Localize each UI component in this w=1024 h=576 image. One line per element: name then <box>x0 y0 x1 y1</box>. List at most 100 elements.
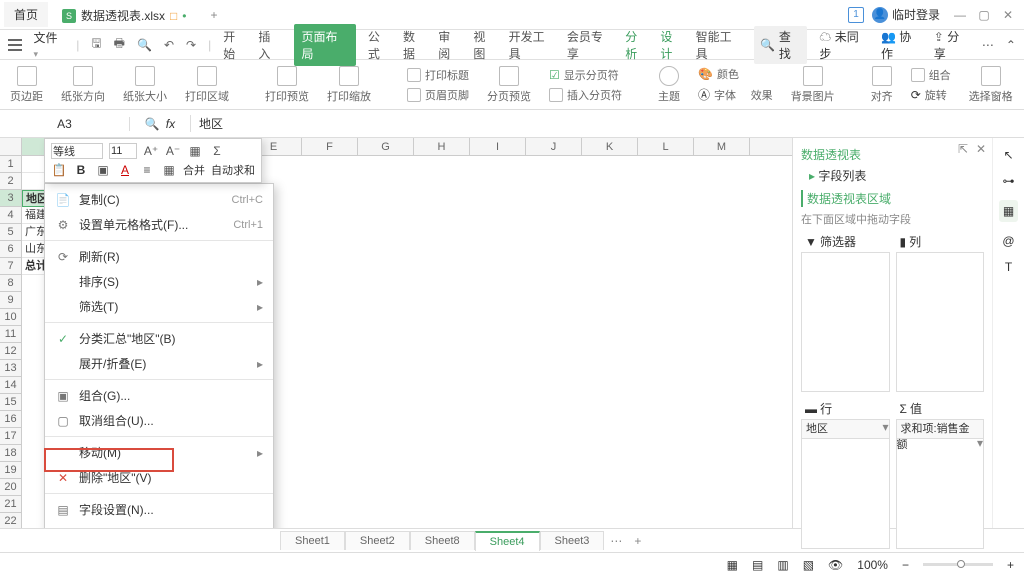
fill-color-icon[interactable]: ▣ <box>95 162 111 178</box>
hamburger-icon[interactable] <box>8 39 22 51</box>
menu-start[interactable]: 开始 <box>223 28 246 62</box>
border-icon[interactable]: ▦ <box>161 162 177 178</box>
bold-icon[interactable]: B <box>73 162 89 178</box>
dz-filter[interactable] <box>801 252 890 392</box>
col-I[interactable]: I <box>470 138 526 155</box>
login-button[interactable]: 👤临时登录 <box>872 6 940 23</box>
merge-icon[interactable]: ▦ <box>187 143 203 159</box>
rb-group[interactable]: 组合 <box>911 67 951 83</box>
close-panel-icon[interactable]: ✕ <box>976 142 986 156</box>
sb-view1-icon[interactable]: ▤ <box>752 558 763 572</box>
menu-design[interactable]: 设计 <box>660 28 683 62</box>
sb-eye-icon[interactable]: 👁 <box>828 558 843 572</box>
sb-zoom-out[interactable]: − <box>902 558 909 572</box>
sheet-tab-5[interactable]: Sheet3 <box>540 531 605 550</box>
rb-size[interactable]: 纸张大小 <box>123 66 167 104</box>
rb-bg[interactable]: 背景图片 <box>791 66 835 104</box>
ts-text-icon[interactable]: T <box>1005 260 1012 274</box>
dz-values[interactable]: 求和项:销售金额 ▾ <box>896 419 985 439</box>
rb-selection-pane[interactable]: 选择窗格 <box>969 66 1013 104</box>
ts-at-icon[interactable]: @ <box>1002 234 1014 248</box>
font-grow-icon[interactable]: A⁺ <box>143 143 159 159</box>
col-M[interactable]: M <box>694 138 750 155</box>
menu-view[interactable]: 视图 <box>473 28 496 62</box>
ctx-copy[interactable]: 📄复制(C)Ctrl+C <box>45 187 273 212</box>
rb-show-breaks[interactable]: ☑显示分页符 <box>549 67 622 83</box>
rb-page-break-preview[interactable]: 分页预览 <box>487 66 531 104</box>
sheet-tab-3[interactable]: Sheet8 <box>410 531 475 550</box>
dz-rows[interactable]: 地区 ▾ <box>801 419 890 439</box>
col-J[interactable]: J <box>526 138 582 155</box>
qa-redo-icon[interactable]: ↷ <box>186 38 196 52</box>
ctx-pivot-options[interactable]: ▥数据透视表选项(O)... <box>45 522 273 528</box>
badge-one[interactable]: 1 <box>848 7 864 23</box>
rb-margins[interactable]: 页边距 <box>10 66 43 104</box>
sum-icon[interactable]: Σ <box>209 143 225 159</box>
more-icon[interactable]: ⋯ <box>982 38 994 52</box>
sb-view3-icon[interactable]: ▧ <box>803 558 814 572</box>
ctx-expand[interactable]: 展开/折叠(E)▸ <box>45 351 273 376</box>
font-color-icon[interactable]: A <box>117 162 133 178</box>
sync-button[interactable]: ☁ 未同步 <box>819 28 869 62</box>
rb-colors[interactable]: 🎨颜色 <box>698 66 773 82</box>
close-button[interactable]: ✕ <box>996 8 1020 22</box>
rb-align[interactable]: 对齐 <box>871 66 893 104</box>
menu-file[interactable]: 文件 ▾ <box>34 29 65 60</box>
sb-zoom[interactable]: 100% <box>857 558 888 572</box>
qa-preview-icon[interactable]: 🔍 <box>137 38 152 52</box>
ctx-group[interactable]: ▣组合(G)... <box>45 383 273 408</box>
ctx-sort[interactable]: 排序(S)▸ <box>45 269 273 294</box>
sheet-add-button[interactable]: + <box>628 534 647 548</box>
col-L[interactable]: L <box>638 138 694 155</box>
menu-dev[interactable]: 开发工具 <box>509 28 555 62</box>
qa-print-icon[interactable]: 🖶 <box>114 34 125 55</box>
fx-icon[interactable]: fx <box>166 117 175 131</box>
col-K[interactable]: K <box>582 138 638 155</box>
ctx-field-settings[interactable]: ▤字段设置(N)... <box>45 497 273 522</box>
mini-font[interactable] <box>51 143 103 159</box>
rb-print-area[interactable]: 打印区域 <box>185 66 229 104</box>
ts-pivot-icon[interactable]: ▦ <box>999 200 1018 222</box>
sb-grid-icon[interactable]: ▦ <box>727 558 738 572</box>
rb-orientation[interactable]: 纸张方向 <box>61 66 105 104</box>
qa-save-icon[interactable]: 🖫 <box>91 34 101 55</box>
rb-scale[interactable]: 打印缩放 <box>327 66 371 104</box>
sb-view2-icon[interactable]: ▥ <box>777 558 788 572</box>
ctx-ungroup[interactable]: ▢取消组合(U)... <box>45 408 273 433</box>
rb-insert-break[interactable]: 插入分页符 <box>549 87 622 103</box>
qa-undo-icon[interactable]: ↶ <box>164 38 174 52</box>
chevron-up-icon[interactable]: ⌃ <box>1006 38 1016 52</box>
name-box[interactable]: A3 <box>0 117 130 131</box>
panel-field-list[interactable]: ▸ 字段列表 <box>801 165 984 186</box>
ts-slider-icon[interactable]: ⊶ <box>1003 174 1015 188</box>
rb-print-titles[interactable]: 打印标题 <box>407 67 469 83</box>
col-H[interactable]: H <box>414 138 470 155</box>
new-tab-button[interactable]: + <box>200 8 227 22</box>
search-box[interactable]: 🔍查找 <box>754 26 807 64</box>
ctx-filter[interactable]: 筛选(T)▸ <box>45 294 273 319</box>
menu-data[interactable]: 数据 <box>403 28 426 62</box>
ctx-format-cells[interactable]: ⚙设置单元格格式(F)...Ctrl+1 <box>45 212 273 237</box>
maximize-button[interactable]: ▢ <box>972 8 996 22</box>
menu-review[interactable]: 审阅 <box>438 28 461 62</box>
mini-size[interactable] <box>109 143 137 159</box>
minimize-button[interactable]: — <box>948 8 972 22</box>
sb-zoom-in[interactable]: + <box>1007 558 1014 572</box>
menu-vip[interactable]: 会员专享 <box>567 28 613 62</box>
rb-header-footer[interactable]: 页眉页脚 <box>407 87 469 103</box>
rb-preview[interactable]: 打印预览 <box>265 66 309 104</box>
menu-smart[interactable]: 智能工具 <box>696 28 742 62</box>
share-button[interactable]: ⇪ 分享 <box>934 28 970 62</box>
rb-rotate[interactable]: ⟳旋转 <box>911 87 951 103</box>
sheet-tab-4[interactable]: Sheet4 <box>475 531 540 551</box>
ctx-delete[interactable]: ✕删除"地区"(V) <box>45 465 273 490</box>
ctx-subtotal[interactable]: ✓分类汇总"地区"(B) <box>45 326 273 351</box>
dz-rows-body[interactable] <box>801 439 890 549</box>
menu-page-layout[interactable]: 页面布局 <box>294 24 356 66</box>
col-F[interactable]: F <box>302 138 358 155</box>
formula-input[interactable]: 地区 <box>190 115 1024 132</box>
rb-theme[interactable]: 主题 <box>658 66 680 104</box>
tab-file[interactable]: S 数据透视表.xlsx □ • <box>52 1 196 28</box>
sheet-area[interactable]: A B C D E F G H I J K L M 1 2 3地区求和项:销售金… <box>0 138 792 528</box>
pin-icon[interactable]: ⇱ <box>958 142 968 156</box>
